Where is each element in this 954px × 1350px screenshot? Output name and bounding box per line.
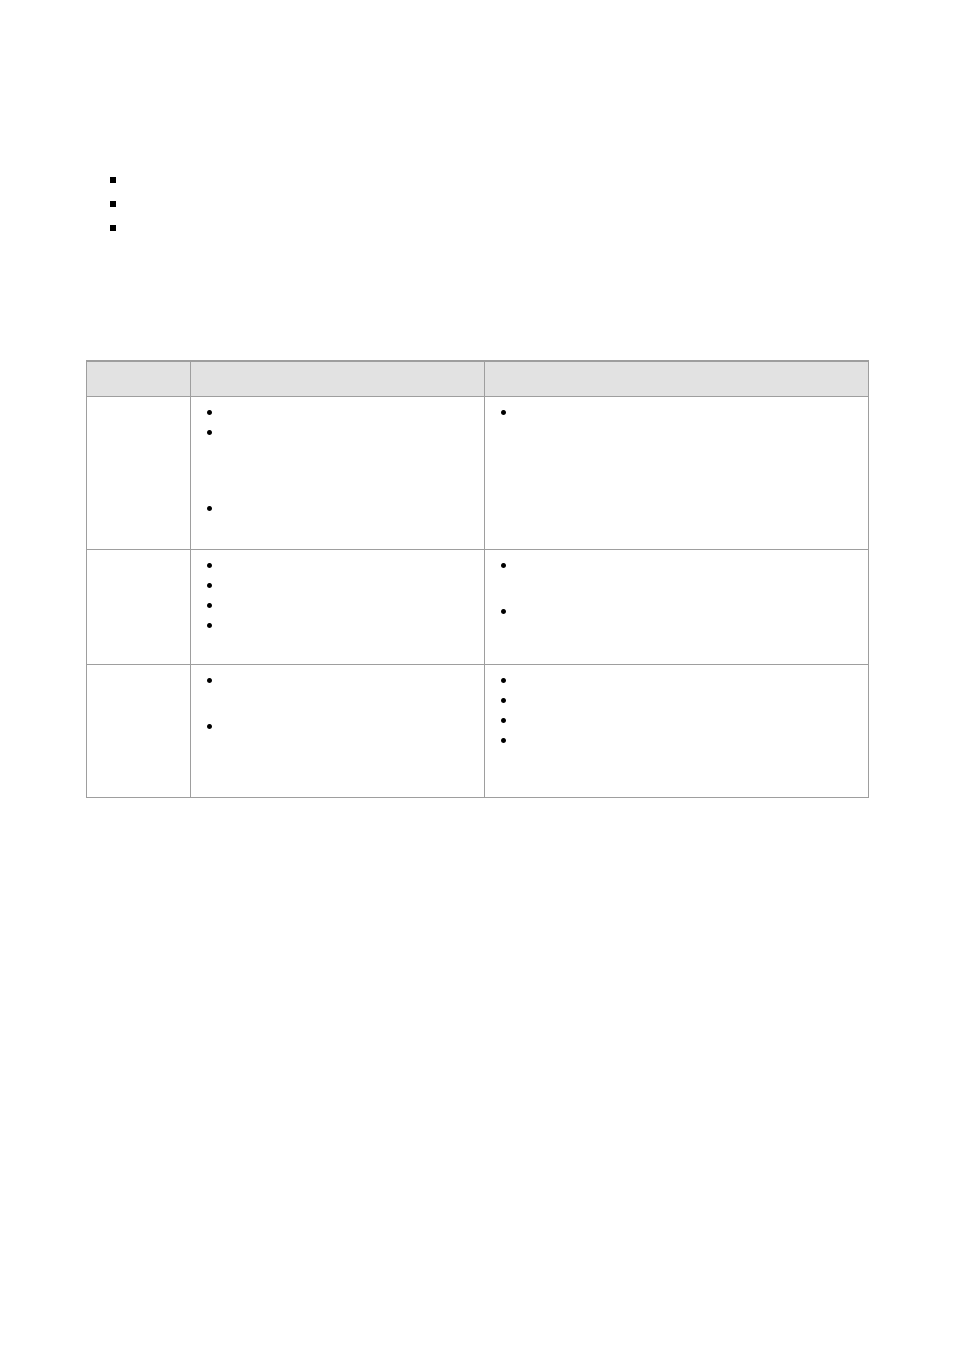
- list-item: [493, 731, 860, 751]
- list-item: [199, 423, 476, 443]
- list-item: [199, 616, 476, 636]
- list-item: [199, 576, 476, 596]
- dot-bullet-icon: [501, 698, 506, 703]
- list-item: [199, 596, 476, 616]
- list-item: [493, 711, 860, 731]
- table-cell: [191, 550, 485, 665]
- dot-bullet-icon: [501, 738, 506, 743]
- dot-bullet-icon: [207, 563, 212, 568]
- dot-bullet-icon: [501, 678, 506, 683]
- dot-bullet-icon: [501, 609, 506, 614]
- cell-bullet-list: [493, 556, 860, 622]
- list-gap: [493, 576, 860, 602]
- list-item: [493, 556, 860, 576]
- list-item: [199, 556, 476, 576]
- dot-bullet-icon: [207, 623, 212, 628]
- page: [0, 0, 954, 1350]
- cell-bullet-list: [199, 403, 476, 519]
- dot-bullet-icon: [207, 583, 212, 588]
- list-item: [110, 168, 126, 192]
- dot-bullet-icon: [207, 678, 212, 683]
- table-header-row: [87, 361, 869, 397]
- table-header-cell: [191, 361, 485, 397]
- list-item: [199, 499, 476, 519]
- table-row: [87, 665, 869, 798]
- table-header-cell: [485, 361, 869, 397]
- list-item: [110, 192, 126, 216]
- dot-bullet-icon: [207, 430, 212, 435]
- table-row: [87, 550, 869, 665]
- dot-bullet-icon: [501, 410, 506, 415]
- list-item: [199, 403, 476, 423]
- top-bullet-list: [110, 168, 126, 240]
- cell-bullet-list: [199, 671, 476, 737]
- cell-bullet-list: [493, 403, 860, 423]
- table-cell: [87, 397, 191, 550]
- list-gap: [199, 691, 476, 717]
- table-cell: [485, 397, 869, 550]
- dot-bullet-icon: [207, 603, 212, 608]
- dot-bullet-icon: [207, 506, 212, 511]
- dot-bullet-icon: [207, 410, 212, 415]
- cell-bullet-list: [493, 671, 860, 751]
- table-cell: [485, 550, 869, 665]
- square-bullet-icon: [110, 225, 116, 231]
- list-item: [493, 671, 860, 691]
- table-row: [87, 397, 869, 550]
- table-cell: [485, 665, 869, 798]
- list-item: [493, 691, 860, 711]
- list-item: [493, 403, 860, 423]
- list-item: [199, 671, 476, 691]
- square-bullet-icon: [110, 177, 116, 183]
- table-cell: [191, 665, 485, 798]
- square-bullet-icon: [110, 201, 116, 207]
- table-cell: [191, 397, 485, 550]
- dot-bullet-icon: [501, 718, 506, 723]
- dot-bullet-icon: [207, 724, 212, 729]
- main-table: [86, 360, 869, 798]
- table-cell: [87, 550, 191, 665]
- list-item: [199, 717, 476, 737]
- dot-bullet-icon: [501, 563, 506, 568]
- list-item: [110, 216, 126, 240]
- cell-bullet-list: [199, 556, 476, 636]
- list-gap: [199, 443, 476, 499]
- table-cell: [87, 665, 191, 798]
- list-item: [493, 602, 860, 622]
- table-header-cell: [87, 361, 191, 397]
